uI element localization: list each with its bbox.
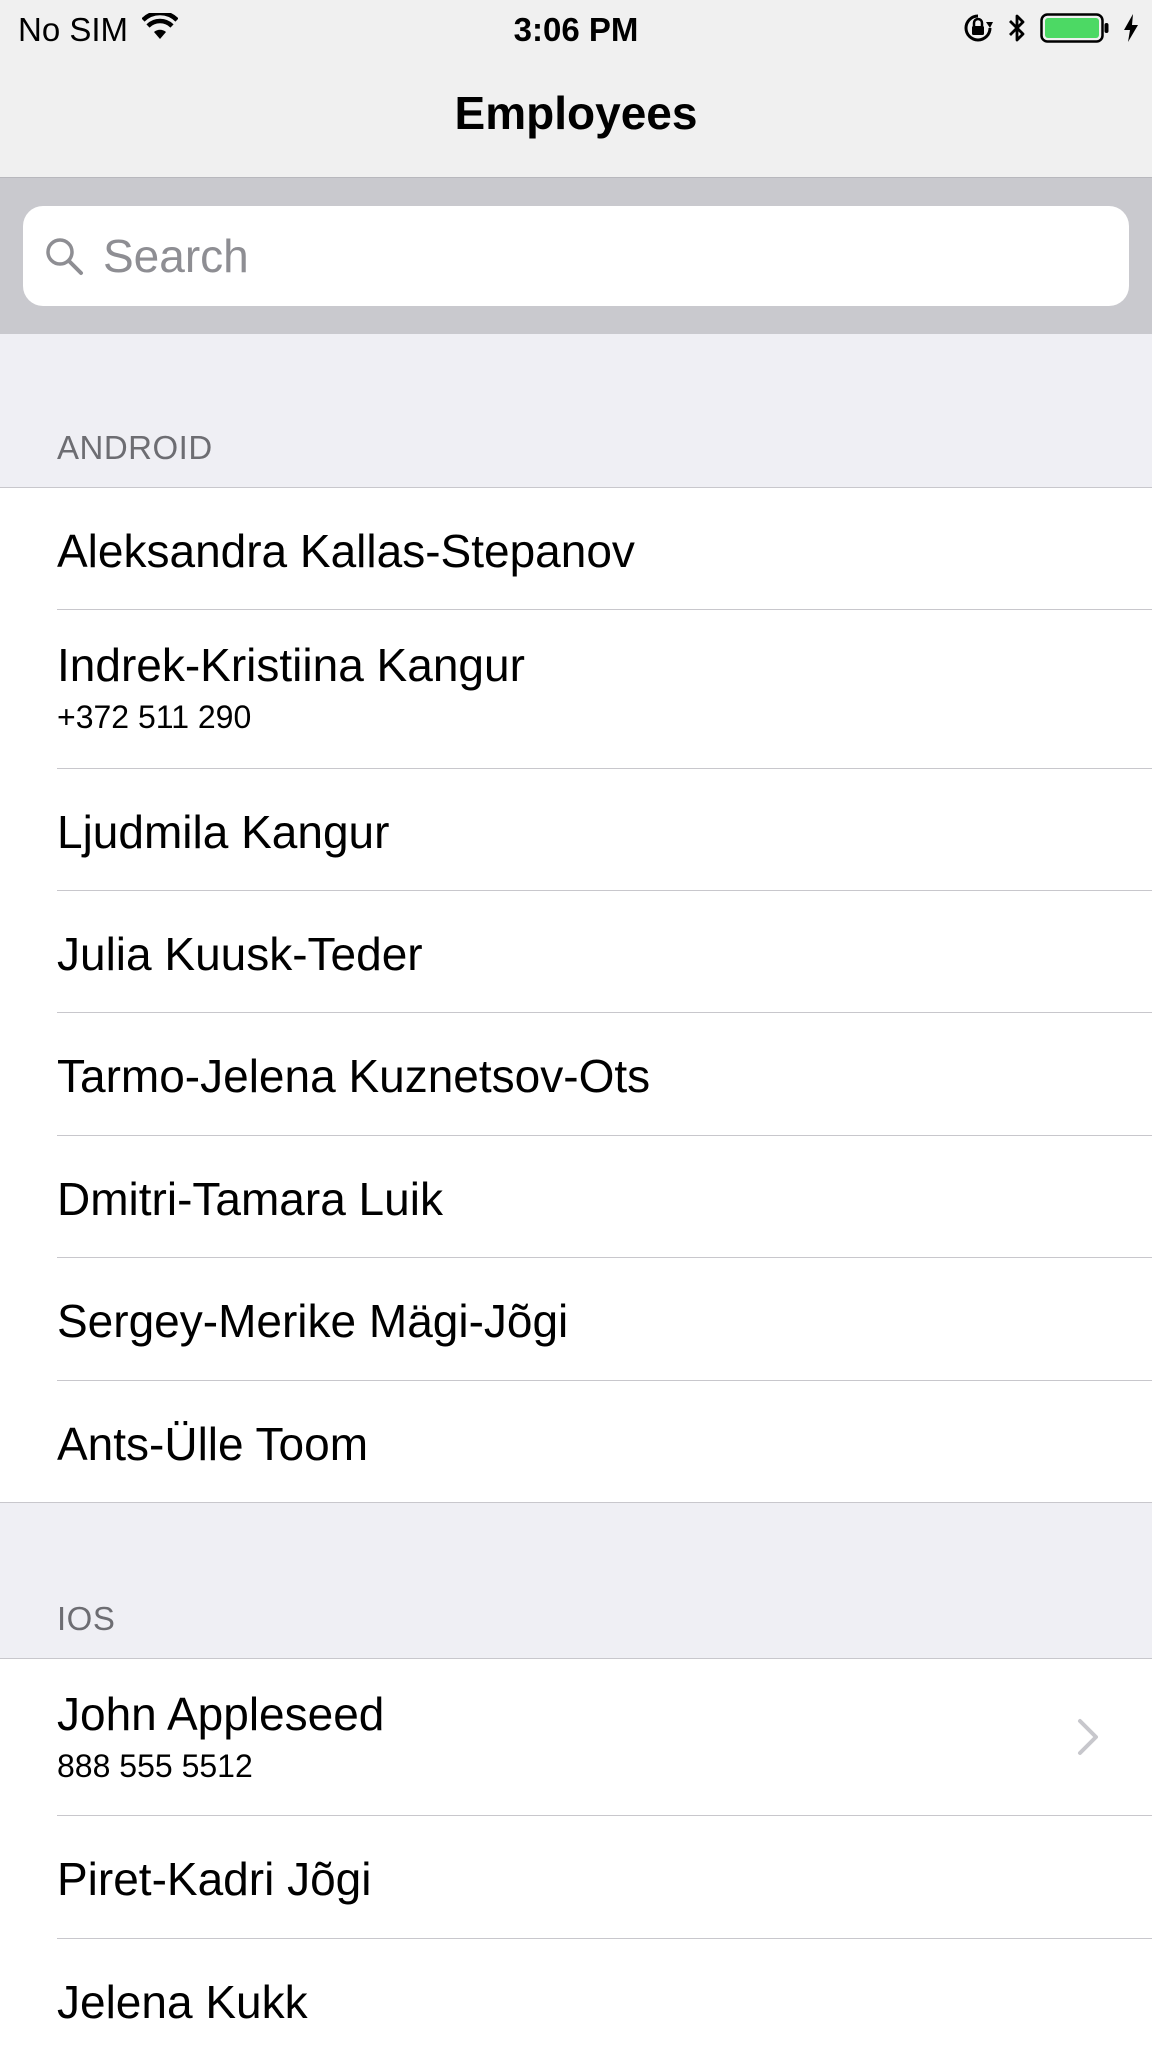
list-item[interactable]: Aleksandra Kallas-Stepanov <box>0 488 1152 610</box>
employee-name: John Appleseed <box>57 1688 385 1740</box>
employee-phone: +372 511 290 <box>57 699 252 735</box>
status-right <box>962 10 1140 50</box>
list-item[interactable]: Jelena Kukk <box>0 1939 1152 2048</box>
list-item[interactable]: Sergey-Merike Mägi-Jõgi <box>0 1258 1152 1381</box>
orientation-lock-icon <box>962 12 994 49</box>
employee-name: Sergey-Merike Mägi-Jõgi <box>57 1295 569 1347</box>
list-item[interactable]: Piret-Kadri Jõgi <box>0 1816 1152 1939</box>
section-header-android: ANDROID <box>0 334 1152 488</box>
chevron-right-icon[interactable] <box>1076 1717 1100 1757</box>
list-item[interactable]: John Appleseed 888 555 5512 <box>0 1659 1152 1816</box>
employee-name: Ants-Ülle Toom <box>57 1418 369 1470</box>
battery-icon <box>1040 12 1110 49</box>
employee-name: Aleksandra Kallas-Stepanov <box>57 525 635 577</box>
employee-name: Julia Kuusk-Teder <box>57 928 423 980</box>
employee-name: Tarmo-Jelena Kuznetsov-Ots <box>57 1050 651 1102</box>
list-item[interactable]: Ljudmila Kangur <box>0 769 1152 891</box>
list-item[interactable]: Ants-Ülle Toom <box>0 1381 1152 1503</box>
list-item[interactable]: Dmitri-Tamara Luik <box>0 1136 1152 1258</box>
employee-name: Dmitri-Tamara Luik <box>57 1173 443 1225</box>
status-bar: No SIM 3:06 PM <box>0 0 1152 58</box>
bluetooth-icon <box>1006 12 1028 49</box>
section-header-ios: IOS <box>0 1503 1152 1659</box>
employee-name: Ljudmila Kangur <box>57 806 390 858</box>
section-header-label: ANDROID <box>57 429 213 466</box>
search-field[interactable] <box>23 206 1129 306</box>
employee-phone: 888 555 5512 <box>57 1748 253 1784</box>
employee-name: Piret-Kadri Jõgi <box>57 1853 372 1905</box>
list-item[interactable]: Julia Kuusk-Teder <box>0 891 1152 1013</box>
navigation-bar: Employees <box>0 58 1152 178</box>
search-icon <box>41 233 87 279</box>
charging-icon <box>1122 12 1140 49</box>
list-item[interactable]: Indrek-Kristiina Kangur +372 511 290 <box>0 610 1152 769</box>
list-item[interactable]: Tarmo-Jelena Kuznetsov-Ots <box>0 1013 1152 1136</box>
employee-name: Indrek-Kristiina Kangur <box>57 639 525 691</box>
search-bar <box>0 178 1152 334</box>
search-input[interactable] <box>101 228 1105 284</box>
section-header-label: IOS <box>57 1600 116 1637</box>
employee-name: Jelena Kukk <box>57 1976 308 2028</box>
page-title: Employees <box>454 87 698 139</box>
